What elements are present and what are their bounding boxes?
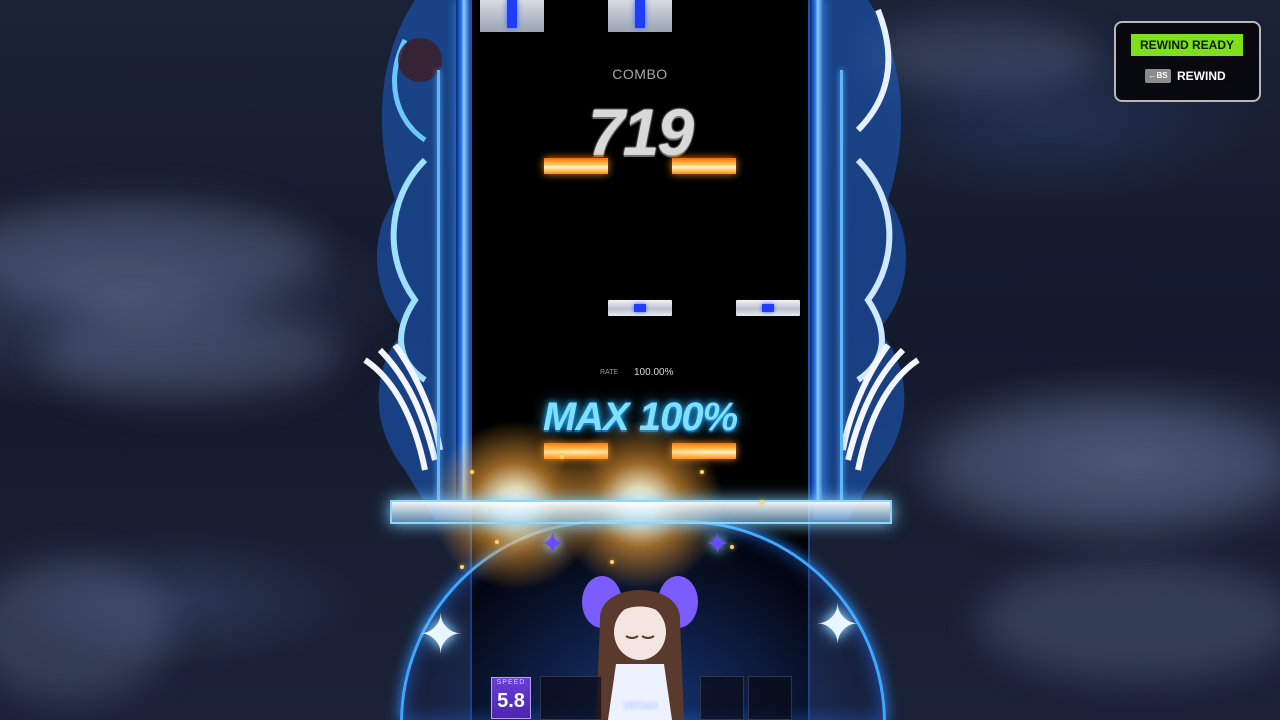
left-lane-pillar	[456, 0, 470, 500]
backspace-key-icon: ←BS	[1145, 69, 1171, 83]
star-sparkle-icon: ✦	[815, 595, 861, 655]
star-sparkle-icon: ✦	[705, 528, 731, 561]
left-frame-line	[437, 70, 440, 500]
empty-hud-slot	[540, 676, 602, 720]
game-stage: COMBO 719 RATE 100.00% MAX 100% ✦ ✦ ✦ ✦ …	[0, 0, 1280, 720]
speed-indicator: SPEED 5.8	[491, 677, 531, 719]
speed-value: 5.8	[497, 690, 525, 712]
star-sparkle-icon: ✦	[540, 528, 566, 561]
right-lane-pillar	[810, 0, 824, 500]
background-cloud	[930, 400, 1280, 530]
rewind-label: REWIND	[1177, 69, 1226, 83]
empty-hud-slot	[700, 676, 744, 720]
score-display: 197543	[622, 702, 658, 712]
sparkle	[470, 470, 474, 474]
sparkle	[760, 500, 764, 504]
background-cloud	[40, 310, 340, 400]
sparkle	[560, 455, 564, 459]
blue-note	[480, 0, 544, 32]
sparkle	[730, 545, 734, 549]
rewind-ready-badge: REWIND READY	[1131, 34, 1243, 56]
blue-note	[736, 300, 800, 316]
blue-note	[608, 300, 672, 316]
blue-note	[608, 0, 672, 32]
rate-value: 100.00%	[634, 367, 674, 378]
rewind-button[interactable]: ←BS REWIND	[1145, 67, 1226, 85]
background-cloud	[0, 560, 170, 700]
judge-line	[390, 500, 892, 524]
right-frame-line	[840, 70, 843, 500]
sparkle	[700, 470, 704, 474]
empty-hud-slot	[748, 676, 792, 720]
rewind-panel: REWIND READY ←BS REWIND	[1114, 21, 1261, 102]
rate-label: RATE	[600, 369, 619, 376]
right-frame-ornament	[813, 0, 920, 520]
background-cloud	[0, 200, 320, 310]
sparkle	[460, 565, 464, 569]
sparkle	[495, 540, 499, 544]
orange-note	[544, 158, 608, 174]
speed-label: SPEED	[496, 679, 526, 686]
star-sparkle-icon: ✦	[418, 605, 464, 665]
combo-label: COMBO	[612, 66, 668, 82]
background-cloud	[980, 560, 1280, 680]
orange-note	[672, 158, 736, 174]
